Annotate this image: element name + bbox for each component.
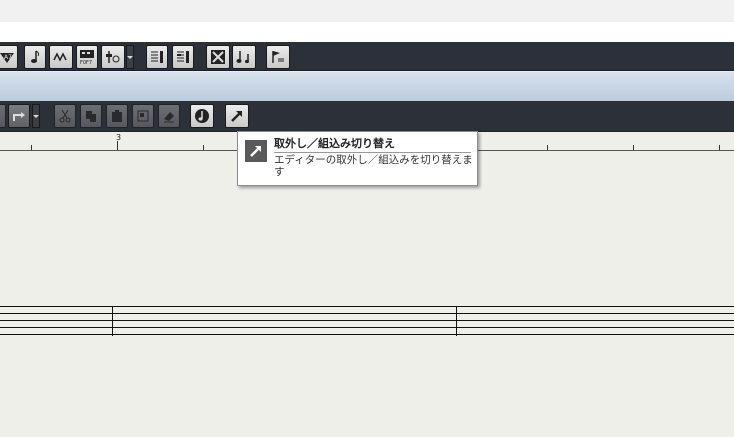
glue-icon xyxy=(137,110,149,122)
ruler-tick xyxy=(117,141,118,150)
quantize-note-button[interactable] xyxy=(24,45,46,69)
redo-arrow-icon xyxy=(13,112,25,121)
ruler-tick xyxy=(719,145,720,150)
flag-tool-button[interactable] xyxy=(266,45,290,69)
insert-velocity-button[interactable] xyxy=(49,45,73,69)
copy-button[interactable] xyxy=(80,104,102,128)
tooltip-description: エディターの取外し／組込みを切り替えます xyxy=(274,154,473,178)
note-icon xyxy=(31,50,40,63)
ruler-tick xyxy=(547,145,548,150)
staff-line xyxy=(0,320,734,321)
tooltip-title: 取外し／組込み切り替え xyxy=(274,137,395,150)
paste-button[interactable] xyxy=(106,104,128,128)
ruler-tick xyxy=(203,145,204,150)
show-info-button[interactable] xyxy=(101,45,125,69)
show-info-dropdown[interactable] xyxy=(126,45,134,69)
tooltip: 取外し／組込み切り替え エディターの取外し／組込みを切り替えます xyxy=(237,131,478,186)
mute-button[interactable] xyxy=(190,104,214,128)
detach-arrow-icon xyxy=(231,111,242,122)
bar-line xyxy=(456,306,457,336)
keyboard-fkeys-icon: F0F7 xyxy=(80,50,94,65)
bar-line xyxy=(112,306,113,336)
step-input-icon xyxy=(151,51,163,63)
erase-button[interactable] xyxy=(158,104,180,128)
info-line xyxy=(0,71,734,101)
midi-input-icon xyxy=(177,51,189,63)
function-keys-button[interactable]: F0F7 xyxy=(76,45,98,69)
edit-mode-button[interactable] xyxy=(206,45,230,69)
window-top-gap xyxy=(0,22,734,42)
undo-partial-button[interactable] xyxy=(0,104,6,128)
redo-dropdown[interactable] xyxy=(32,104,40,128)
ruler-tick xyxy=(31,145,32,150)
staff-line xyxy=(0,313,734,314)
score-display[interactable] xyxy=(0,151,734,437)
scissors-icon xyxy=(59,109,71,123)
eraser-icon xyxy=(164,112,174,123)
detach-attach-button[interactable] xyxy=(225,104,249,128)
midi-input-button[interactable] xyxy=(172,45,194,69)
edit-mode-icon xyxy=(211,50,225,64)
glue-button[interactable] xyxy=(132,104,154,128)
auto-scroll-icon: A7 xyxy=(0,53,14,63)
main-toolbar: A7 F0F7 xyxy=(0,42,734,71)
window-top-strip xyxy=(0,0,734,22)
detach-arrow-icon xyxy=(245,140,267,162)
edit-toolbar xyxy=(0,101,734,131)
info-note-icon xyxy=(106,51,120,63)
velocity-curve-icon xyxy=(53,52,67,62)
copy-icon xyxy=(86,111,96,122)
staff-line xyxy=(0,327,734,328)
layout-tool-button[interactable] xyxy=(232,45,256,69)
ruler-tick xyxy=(633,145,634,150)
tooltip-divider xyxy=(274,152,471,153)
redo-button[interactable] xyxy=(8,104,30,128)
svg-text:A7: A7 xyxy=(4,54,12,61)
auto-scroll-button[interactable]: A7 xyxy=(0,45,18,69)
paste-icon xyxy=(112,110,122,122)
mute-note-icon xyxy=(195,109,209,123)
flag-list-icon xyxy=(272,51,284,63)
cut-button[interactable] xyxy=(54,104,76,128)
note-arrow-icon xyxy=(236,51,249,64)
staff-line xyxy=(0,306,734,307)
staff-line xyxy=(0,334,734,335)
svg-text:F0F7: F0F7 xyxy=(80,60,92,65)
step-input-button[interactable] xyxy=(146,45,168,69)
